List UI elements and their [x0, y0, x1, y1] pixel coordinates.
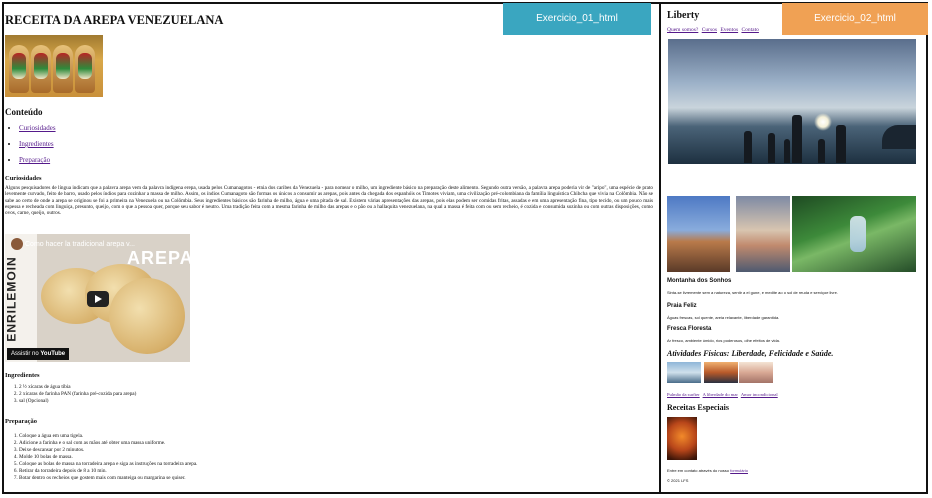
video-side-text: ENRILEMOIN	[5, 256, 19, 342]
recipes-heading: Receitas Especiais	[667, 403, 729, 412]
panel-divider	[659, 2, 661, 494]
forest-waterfall-photo	[792, 196, 916, 272]
prep-step: Deixe descansar por 2 minutos.	[19, 447, 197, 454]
contact-form-link[interactable]: formulário	[730, 468, 748, 473]
watch-label: Assistir no	[11, 351, 39, 357]
curiosities-paragraph: Alguns pesquisadores de língua indicam q…	[5, 185, 653, 217]
footer-contact: Entre em contato através do nosso formul…	[667, 468, 748, 473]
preparation-list: Coloque a água em uma tigela. Adicione a…	[5, 433, 197, 482]
footer-contact-text: Entre em contato através do nosso	[667, 468, 730, 473]
beach-photo	[736, 196, 790, 272]
ingredient-item: 2 ½ xícaras de água tíbia	[19, 384, 136, 391]
hero-beach-photo	[668, 39, 916, 164]
right-page: Liberty Quem somos? Cursos Eventos Conta…	[664, 5, 926, 491]
prep-step: Coloque as bolas de massa na torradeira …	[19, 461, 197, 468]
youtube-logo-text: YouTube	[40, 351, 66, 357]
prep-step: Molde 10 bolas de massa.	[19, 454, 197, 461]
activities-heading: Atividades Físicas: Liberdade, Felicidad…	[667, 349, 834, 358]
ingredient-item: sal (Opcional)	[19, 398, 136, 405]
video-sidebar: ENRILEMOIN	[5, 234, 37, 362]
top-nav: Quem somos? Cursos Eventos Contato	[667, 27, 761, 33]
arepa-shape-3	[109, 278, 185, 354]
person-silhouette	[836, 125, 846, 163]
activity-thumb-sea[interactable]	[704, 362, 738, 383]
contents-list: Curiosidades Ingredientes Preparação	[5, 123, 56, 171]
arepa-photo	[5, 35, 103, 97]
video-brand-text: AREPAS	[127, 248, 190, 268]
person-silhouette	[818, 139, 825, 163]
prep-step: Coloque a água em uma tigela.	[19, 433, 197, 440]
sun-shape	[814, 113, 832, 131]
recipe-photo[interactable]	[667, 417, 697, 460]
section-text-montanha: Sinta-se livremente sem a natureza, sent…	[667, 290, 838, 295]
section-text-praia: Águas frescas, sol quente, areia relaxan…	[667, 315, 780, 320]
preparation-heading: Preparação	[5, 418, 38, 425]
toc-item-curiosidades: Curiosidades	[19, 123, 56, 139]
curiosities-heading: Curiosidades	[5, 175, 42, 182]
exercise-02-label: Exercicio_02_html	[782, 3, 928, 35]
activity-thumb-surf[interactable]	[667, 362, 701, 383]
prep-step: Adicione a farinha e o sal com as mãos a…	[19, 440, 197, 447]
activity-link-1[interactable]: Pulmão da surfter	[667, 392, 700, 397]
ingredients-list: 2 ½ xícaras de água tíbia 2 xícaras de f…	[5, 384, 136, 405]
toc-item-ingredientes: Ingredientes	[19, 139, 56, 155]
person-silhouette	[792, 115, 802, 163]
activity-links: Pulmão da surfter A liberdade do mar Amo…	[667, 392, 780, 397]
exercise-01-label: Exercicio_01_html	[503, 3, 651, 35]
prep-step: Retirar da torradeira depois de 8 a 10 m…	[19, 468, 197, 475]
nav-link-contato[interactable]: Contato	[741, 27, 758, 33]
site-title: Liberty	[667, 10, 700, 21]
section-title-montanha: Montanha dos Sonhos	[667, 278, 732, 284]
activity-thumb-love[interactable]	[739, 362, 773, 383]
youtube-video-embed[interactable]: ENRILEMOIN Como hacer la tradicional are…	[5, 234, 190, 362]
section-title-floresta: Fresca Floresta	[667, 326, 712, 332]
section-title-praia: Praia Feliz	[667, 303, 697, 309]
nav-link-cursos[interactable]: Cursos	[702, 27, 717, 33]
channel-avatar	[11, 238, 23, 250]
toc-item-preparacao: Preparação	[19, 155, 56, 171]
mountain-photo	[667, 196, 730, 272]
person-silhouette	[744, 131, 752, 163]
nav-link-eventos[interactable]: Eventos	[720, 27, 738, 33]
activity-link-2[interactable]: A liberdade do mar	[703, 392, 738, 397]
play-icon[interactable]	[87, 291, 109, 307]
watch-on-youtube-button[interactable]: Assistir no YouTube	[7, 348, 70, 360]
video-title: Como hacer la tradicional arepa v...	[25, 241, 135, 248]
toc-link-preparacao[interactable]: Preparação	[19, 156, 50, 164]
rock-shape	[882, 125, 916, 149]
person-silhouette	[784, 139, 790, 163]
person-silhouette	[768, 133, 775, 163]
ingredients-heading: Ingredientes	[5, 372, 40, 379]
section-text-floresta: Ar fresco, ambiente úmido, rios poderoso…	[667, 338, 780, 343]
page-title: RECEITA DA AREPA VENEZUELANA	[5, 13, 224, 27]
copyright: © 2021 LFS	[667, 478, 689, 483]
left-page: RECEITA DA AREPA VENEZUELANA Conteúdo Cu…	[5, 5, 655, 491]
prep-step: Botar dentro os recheios que gostem mais…	[19, 475, 197, 482]
toc-link-ingredientes[interactable]: Ingredientes	[19, 140, 54, 148]
contents-heading: Conteúdo	[5, 107, 43, 117]
toc-link-curiosidades[interactable]: Curiosidades	[19, 124, 56, 132]
nav-link-quem-somos[interactable]: Quem somos?	[667, 27, 698, 33]
activity-link-3[interactable]: Amor incondicional	[741, 392, 778, 397]
ingredient-item: 2 xícaras de farinha PAN (farinha pré-co…	[19, 391, 136, 398]
